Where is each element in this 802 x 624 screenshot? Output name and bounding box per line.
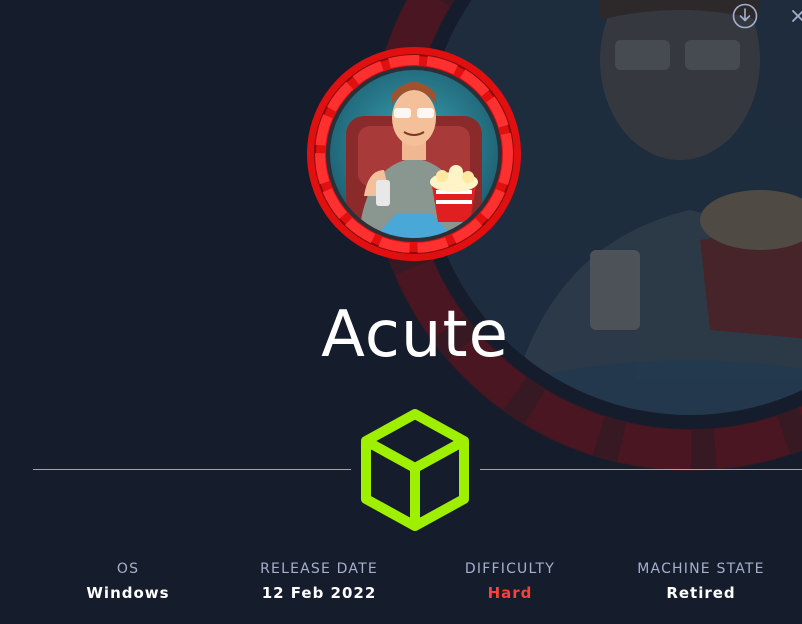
stat-os-value: Windows xyxy=(86,584,170,602)
close-icon xyxy=(792,10,802,22)
divider-left xyxy=(33,469,351,470)
download-circle-icon xyxy=(732,3,758,29)
stat-difficulty-label: DIFFICULTY xyxy=(464,561,556,577)
stat-machine-state-value: Retired xyxy=(666,584,736,602)
stat-release-date: RELEASE DATE 12 Feb 2022 xyxy=(224,560,414,602)
stat-os: OS Windows xyxy=(33,560,223,602)
stat-machine-state: MACHINE STATE Retired xyxy=(606,560,796,602)
download-button[interactable] xyxy=(731,2,759,30)
machine-stats: OS Windows RELEASE DATE 12 Feb 2022 DIFF… xyxy=(0,560,802,610)
stat-difficulty-value: Hard xyxy=(487,584,533,602)
cube-icon xyxy=(361,409,469,531)
stat-os-label: OS xyxy=(116,561,140,577)
stat-release-date-label: RELEASE DATE xyxy=(260,561,378,577)
machine-avatar xyxy=(307,47,521,261)
machine-name: Acute xyxy=(321,298,509,372)
divider-right xyxy=(480,469,802,470)
stat-difficulty: DIFFICULTY Hard xyxy=(415,560,605,602)
close-button[interactable] xyxy=(788,2,802,30)
stat-machine-state-label: MACHINE STATE xyxy=(637,561,765,577)
stat-release-date-value: 12 Feb 2022 xyxy=(261,584,377,602)
